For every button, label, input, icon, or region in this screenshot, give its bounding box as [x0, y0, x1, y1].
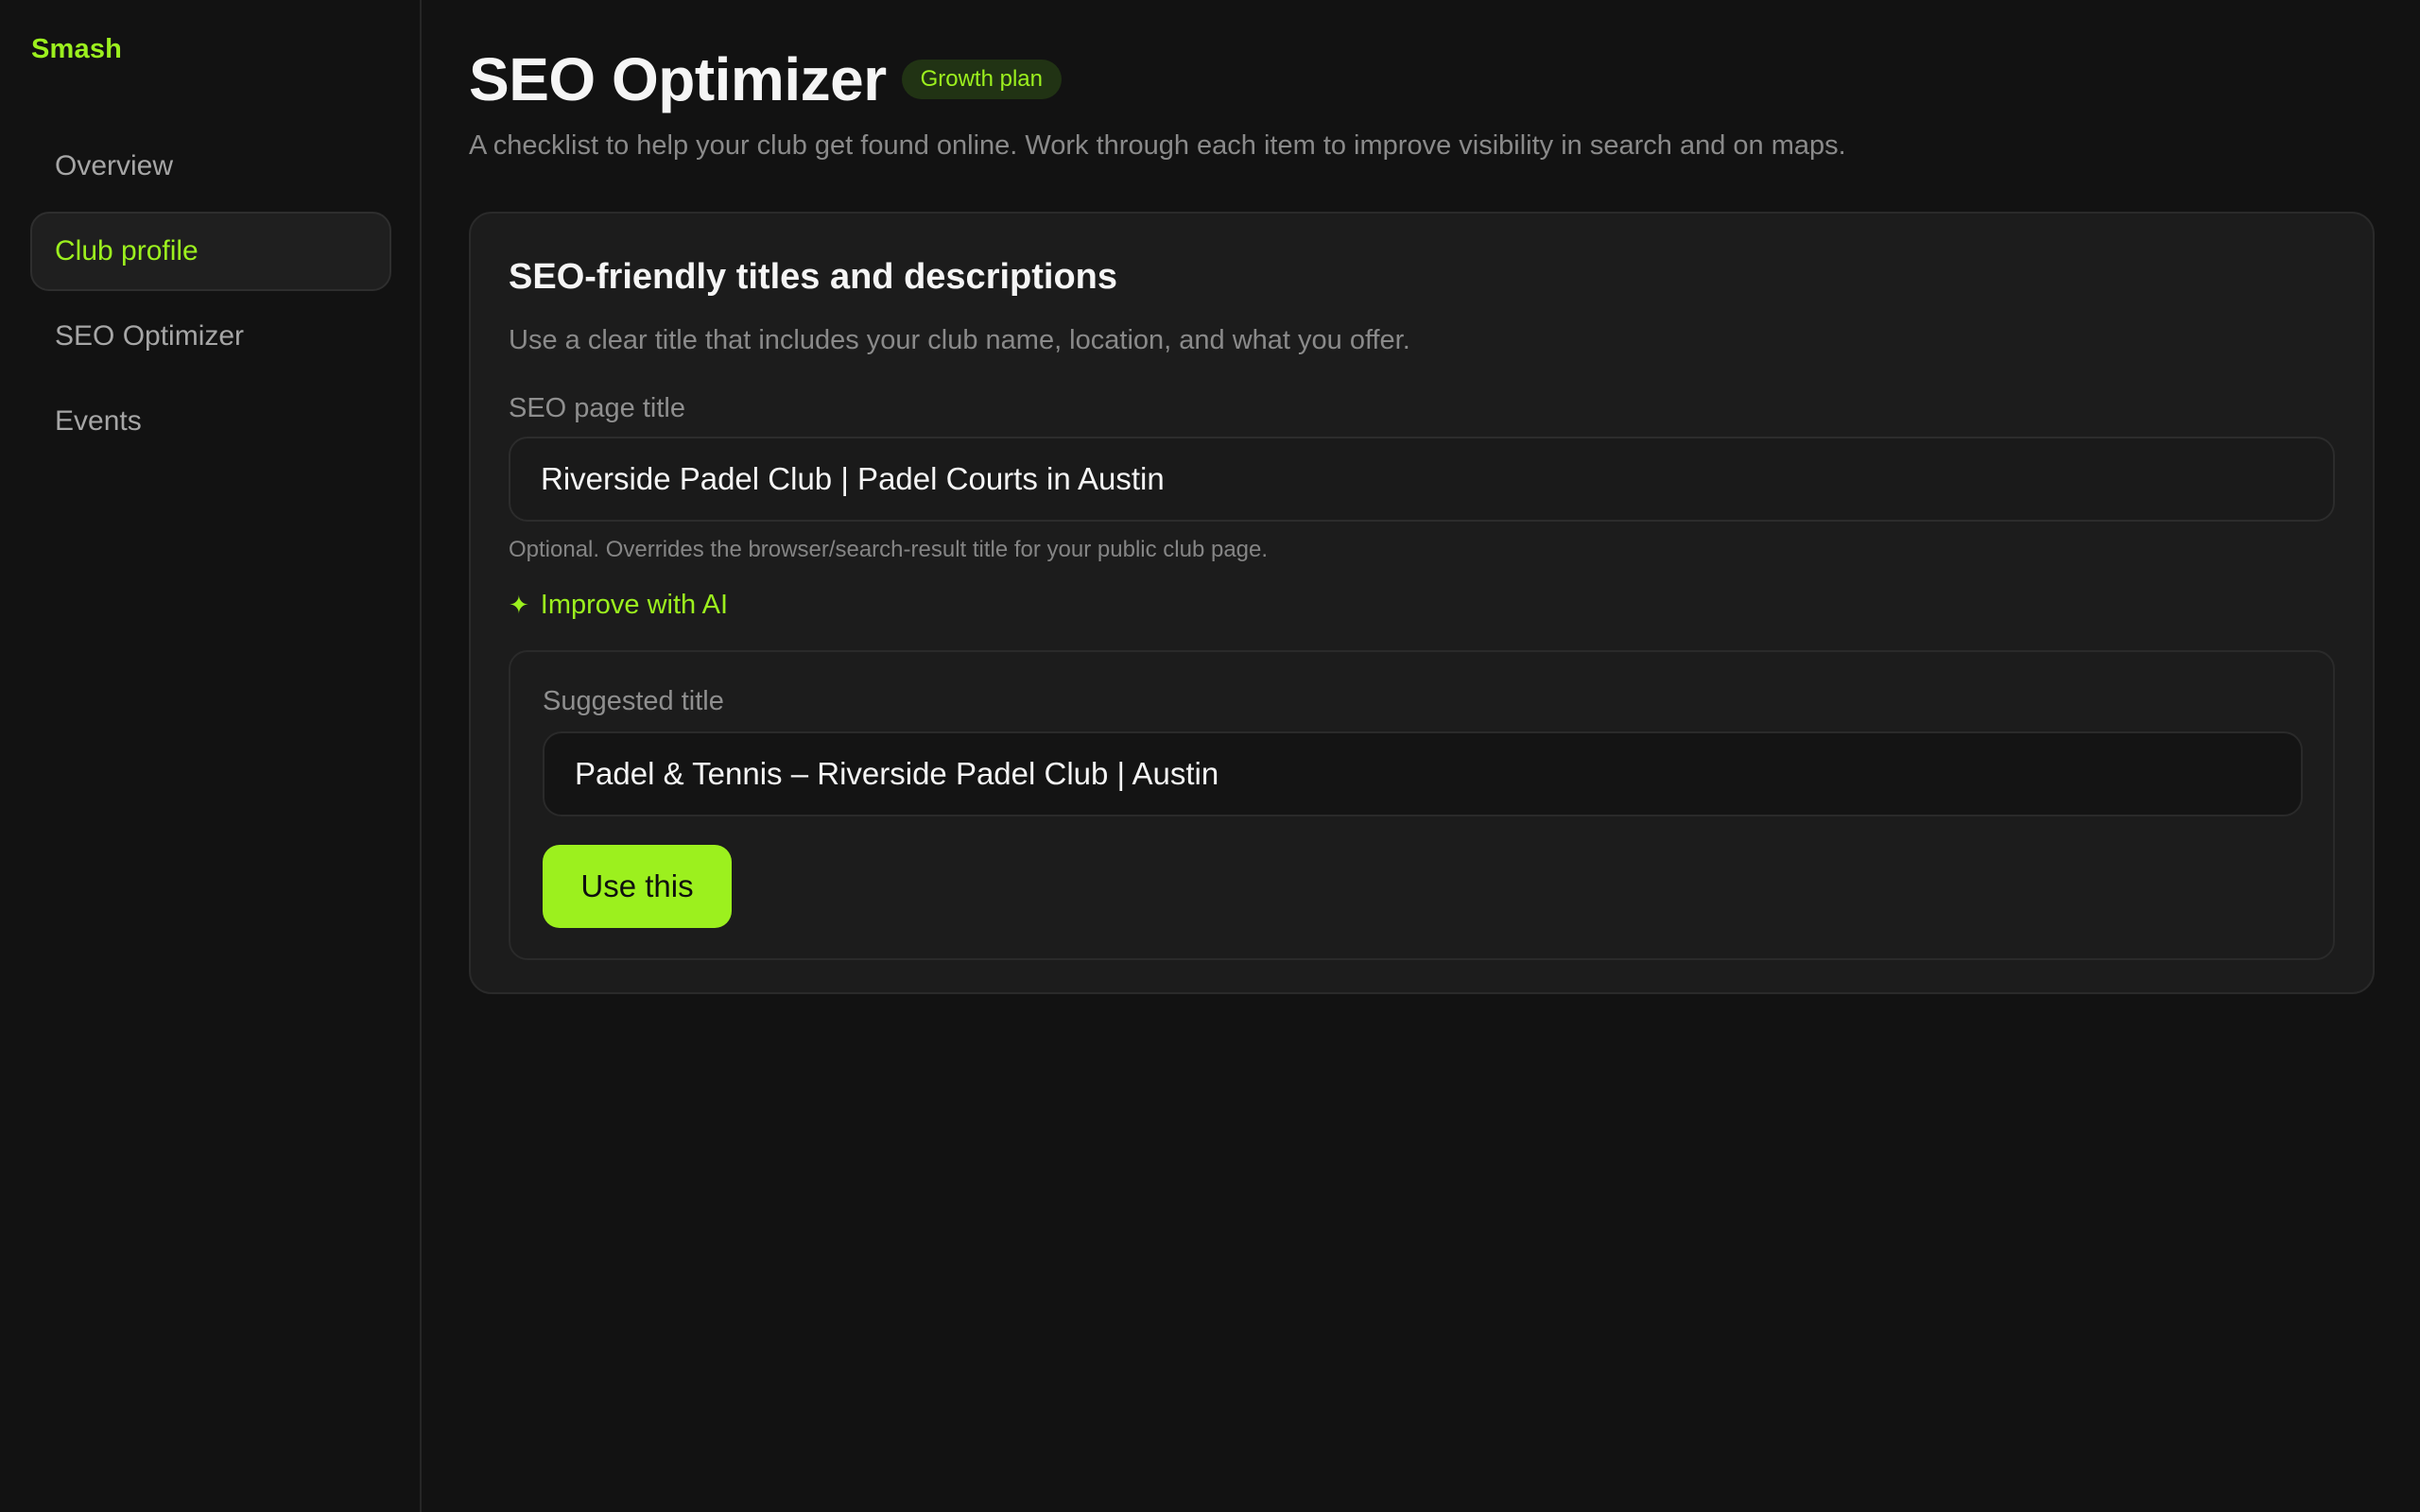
- seo-page-title-input[interactable]: [509, 437, 2335, 522]
- app-root: Smash Overview Club profile SEO Optimize…: [0, 0, 2420, 1512]
- page-header: SEO Optimizer Growth plan: [469, 42, 1062, 117]
- seo-titles-card: SEO-friendly titles and descriptions Use…: [469, 212, 2375, 994]
- sidebar-item-club-profile[interactable]: Club profile: [30, 212, 391, 291]
- sidebar-item-events[interactable]: Events: [30, 382, 391, 461]
- page-subtitle: A checklist to help your club get found …: [469, 130, 1846, 161]
- improve-with-ai-label: Improve with AI: [540, 590, 729, 620]
- suggested-title-input[interactable]: [543, 731, 2303, 816]
- sidebar-nav: Overview Club profile SEO Optimizer Even…: [30, 127, 391, 467]
- brand-logo-text[interactable]: Smash: [31, 34, 122, 65]
- sparkle-icon: ✦: [509, 591, 529, 619]
- improve-with-ai-button[interactable]: ✦ Improve with AI: [509, 590, 728, 621]
- plan-badge: Growth plan: [901, 60, 1062, 99]
- card-title: SEO-friendly titles and descriptions: [509, 257, 1118, 297]
- seo-page-title-label: SEO page title: [509, 393, 685, 423]
- suggestion-panel: Suggested title Use this: [509, 650, 2335, 960]
- suggested-title-label: Suggested title: [543, 686, 724, 716]
- seo-page-title-help: Optional. Overrides the browser/search-r…: [509, 537, 1269, 562]
- card-description: Use a clear title that includes your clu…: [509, 325, 1410, 355]
- sidebar-item-seo-optimizer[interactable]: SEO Optimizer: [30, 297, 391, 376]
- use-this-button[interactable]: Use this: [543, 845, 732, 928]
- sidebar-item-overview[interactable]: Overview: [30, 127, 391, 206]
- page-title: SEO Optimizer: [469, 45, 887, 113]
- sidebar: Smash Overview Club profile SEO Optimize…: [0, 0, 422, 1512]
